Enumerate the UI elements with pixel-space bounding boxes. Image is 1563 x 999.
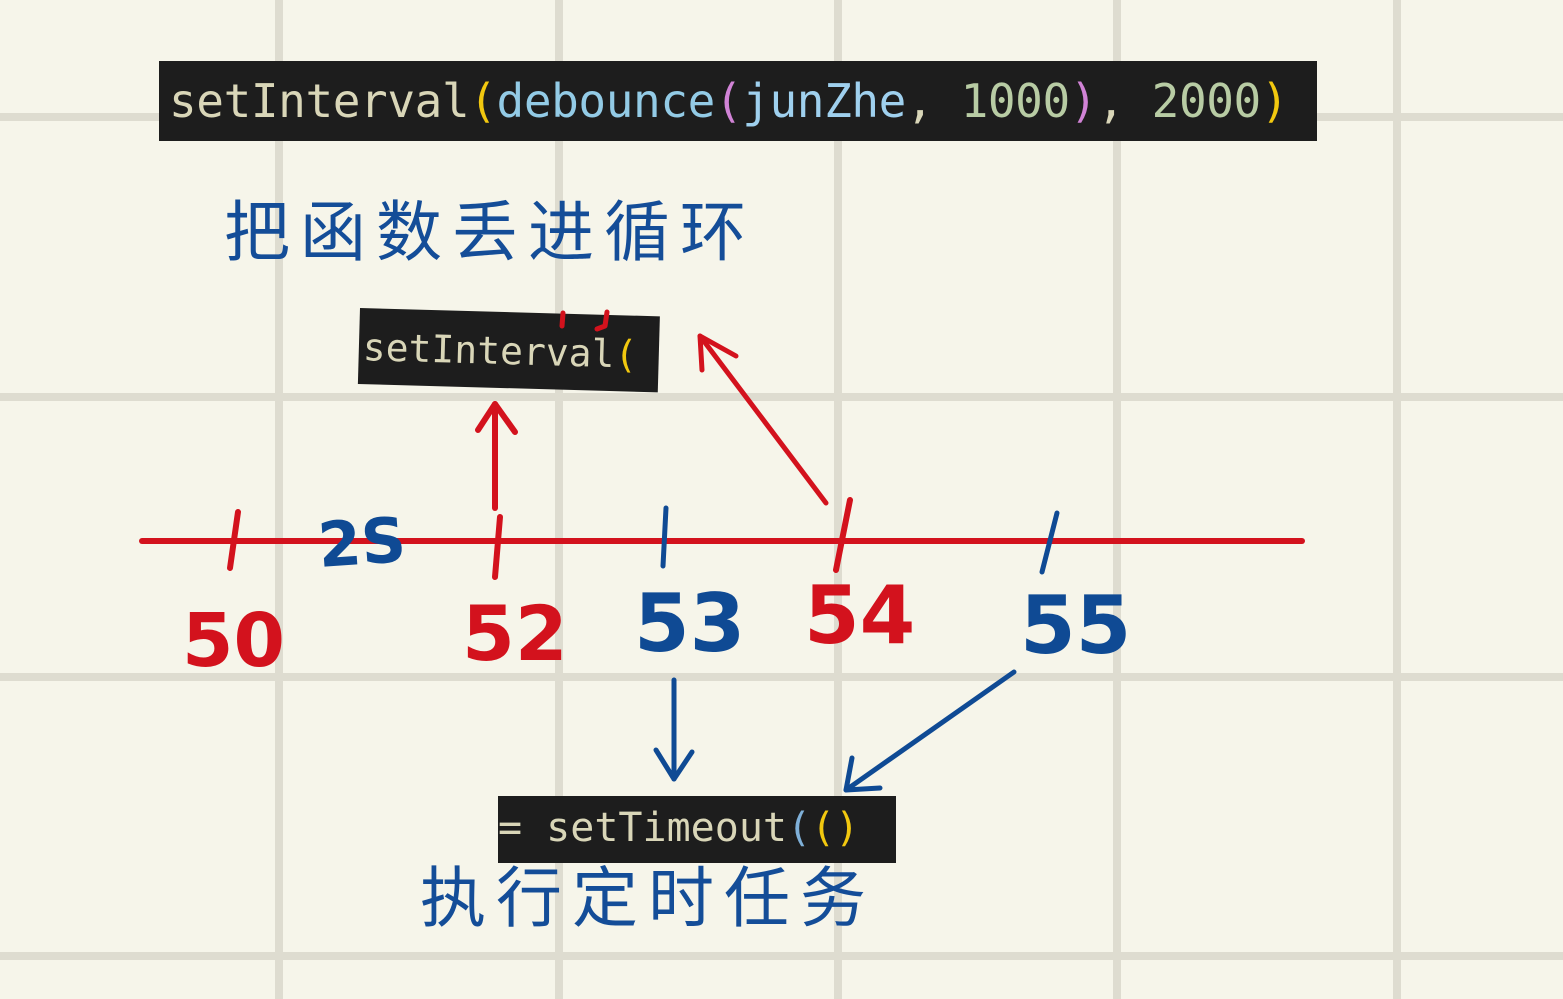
timeline-diagram: [139, 309, 1305, 793]
arrow-55-to-settimeout: [843, 669, 1017, 793]
tick-53: [660, 505, 669, 569]
arrow-53-to-settimeout: [653, 677, 695, 782]
red-scribble: [559, 309, 610, 332]
tick-54: [833, 497, 853, 573]
tick-52: [492, 514, 503, 580]
interval-note-2s: 2S: [315, 503, 409, 582]
arrow-52-to-setinterval: [475, 401, 518, 511]
tick-label-52: 52: [462, 589, 568, 678]
tick-label-55: 55: [1020, 579, 1132, 672]
tick-label-54: 54: [804, 569, 916, 662]
tick-label-50: 50: [182, 598, 285, 684]
tick-50: [227, 509, 241, 571]
tick-label-53: 53: [634, 577, 746, 670]
arrow-54-to-setinterval: [697, 333, 829, 506]
